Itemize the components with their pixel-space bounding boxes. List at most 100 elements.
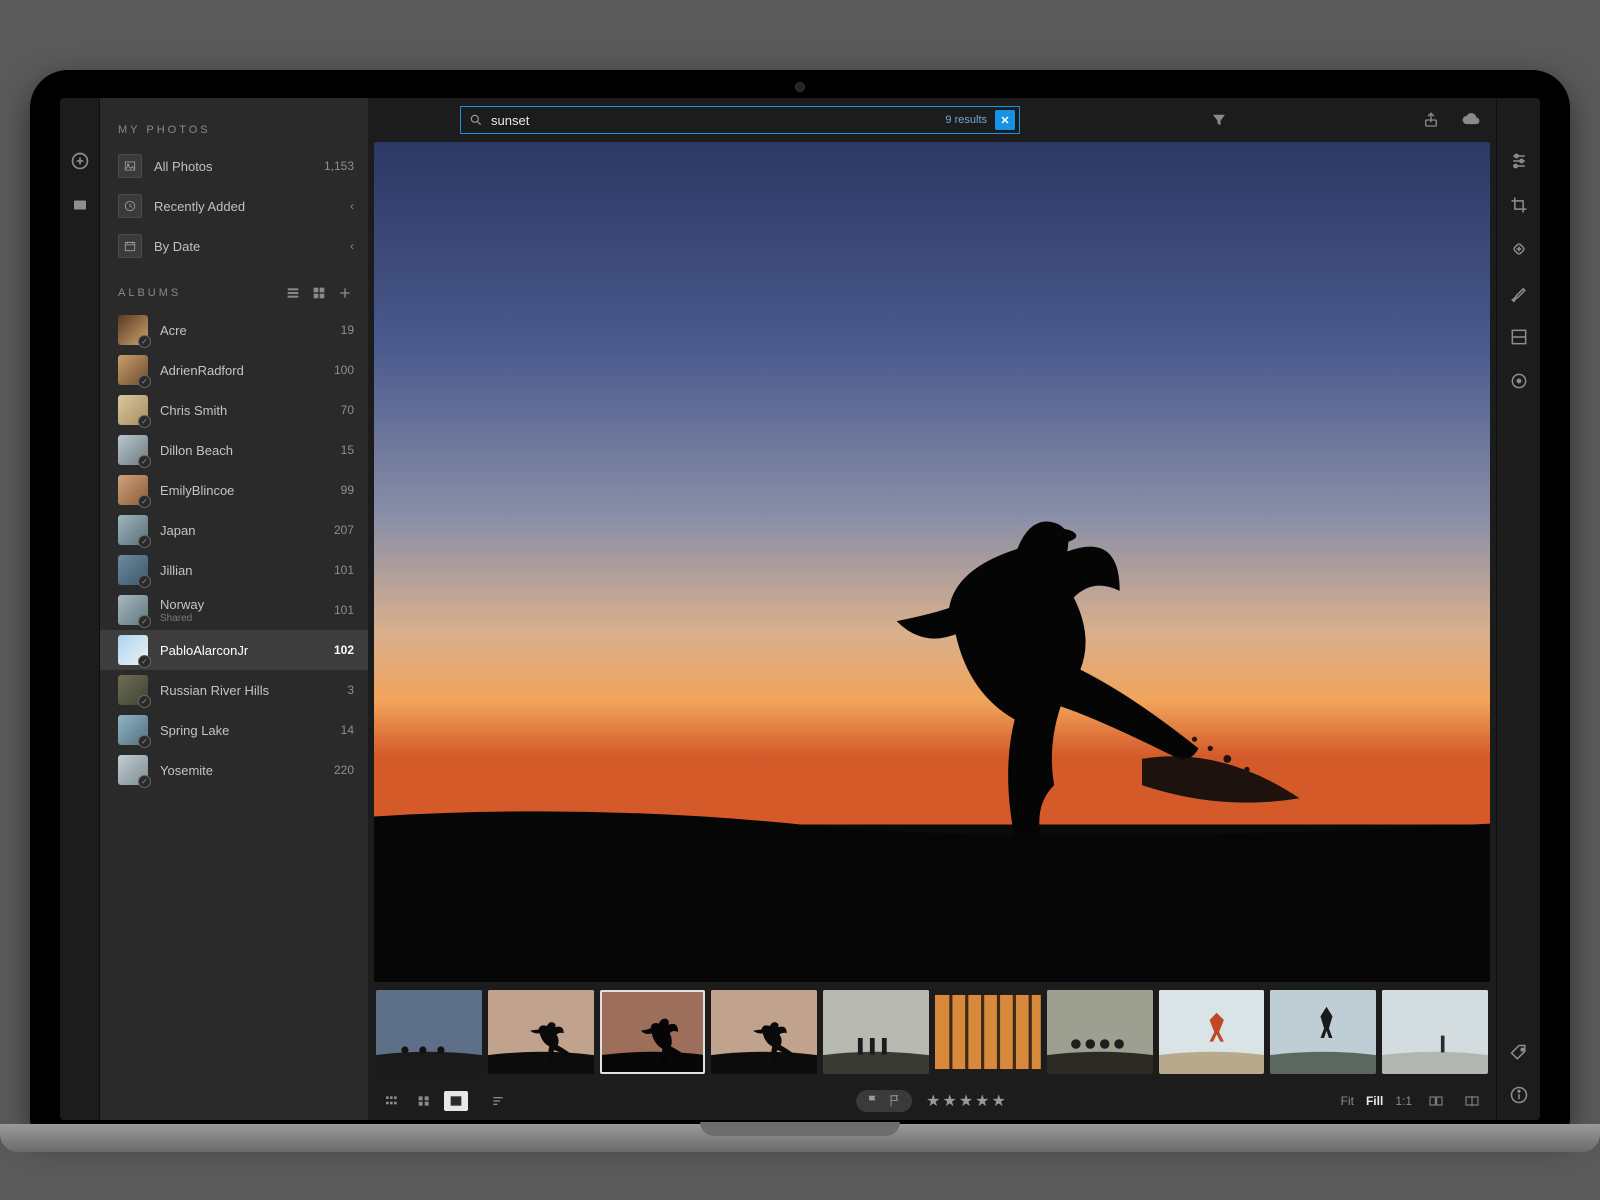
chevron-left-icon: ‹: [350, 199, 354, 213]
share-icon[interactable]: [1418, 107, 1444, 133]
sync-badge-icon: ✓: [138, 695, 151, 708]
library-icon[interactable]: [69, 194, 91, 216]
flag-toggle[interactable]: [856, 1090, 912, 1112]
photo-viewer[interactable]: [374, 142, 1490, 982]
sync-badge-icon: ✓: [138, 655, 151, 668]
album-yosemite[interactable]: ✓ Yosemite 220: [100, 750, 368, 790]
search-clear-button[interactable]: [995, 110, 1015, 130]
albums-view-grid-icon[interactable]: [310, 284, 328, 302]
album-name: Dillon Beach: [160, 443, 314, 458]
laptop-trackpad-notch: [700, 1122, 900, 1136]
zoom-fill-button[interactable]: Fill: [1366, 1094, 1383, 1108]
filmstrip-thumbnail[interactable]: [1270, 990, 1376, 1074]
flag-pick-icon: [866, 1094, 880, 1108]
sidebar-nav-by-date[interactable]: By Date‹: [100, 226, 368, 266]
filmstrip-thumbnail[interactable]: [823, 990, 929, 1074]
section-albums: ALBUMS: [118, 287, 276, 299]
keywords-tag-icon[interactable]: [1508, 1042, 1530, 1064]
add-photos-icon[interactable]: [69, 150, 91, 172]
sidebar-nav-all-photos[interactable]: All Photos1,153: [100, 146, 368, 186]
album-thumbnail: ✓: [118, 435, 148, 465]
album-thumbnail: ✓: [118, 595, 148, 625]
filmstrip-thumbnail[interactable]: [1047, 990, 1153, 1074]
album-name: Chris Smith: [160, 403, 314, 418]
filmstrip-thumbnail[interactable]: [1382, 990, 1488, 1074]
compare-icon[interactable]: [1424, 1091, 1448, 1111]
before-after-icon[interactable]: [1460, 1091, 1484, 1111]
filmstrip-thumbnail[interactable]: [600, 990, 706, 1074]
albums-header: ALBUMS: [100, 266, 368, 310]
album-count: 15: [326, 443, 354, 457]
search-input[interactable]: [491, 113, 937, 128]
album-name: AdrienRadford: [160, 363, 314, 378]
sidebar-nav-label: All Photos: [154, 159, 213, 174]
album-jillian[interactable]: ✓Jillian101: [100, 550, 368, 590]
sync-badge-icon: ✓: [138, 415, 151, 428]
sort-icon[interactable]: [486, 1091, 510, 1111]
clock-icon: [118, 194, 142, 218]
view-single-icon[interactable]: [444, 1091, 468, 1111]
zoom-fit-button[interactable]: Fit: [1341, 1094, 1354, 1108]
radial-gradient-icon[interactable]: [1508, 370, 1530, 392]
filter-icon[interactable]: [1206, 107, 1232, 133]
album-name: Yosemite: [160, 763, 314, 778]
album-count: 101: [326, 563, 354, 577]
albums-view-list-icon[interactable]: [284, 284, 302, 302]
chevron-left-icon: ‹: [350, 239, 354, 253]
album-name: Russian River Hills: [160, 683, 314, 698]
filmstrip-thumbnail[interactable]: [935, 990, 1041, 1074]
rating-stars[interactable]: ★★★★★: [926, 1091, 1008, 1111]
album-name: Spring Lake: [160, 723, 314, 738]
album-thumbnail: ✓: [118, 315, 148, 345]
info-icon[interactable]: [1508, 1084, 1530, 1106]
sync-badge-icon: ✓: [138, 775, 151, 788]
album-count: 220: [326, 763, 354, 777]
album-name: PabloAlarconJr: [160, 643, 314, 658]
filmstrip-thumbnail[interactable]: [488, 990, 594, 1074]
linear-gradient-icon[interactable]: [1508, 326, 1530, 348]
healing-brush-icon[interactable]: [1508, 238, 1530, 260]
album-norway[interactable]: ✓NorwayShared101: [100, 590, 368, 630]
sync-badge-icon: ✓: [138, 575, 151, 588]
sidebar-nav-recently-added[interactable]: Recently Added ‹: [100, 186, 368, 226]
album-dillon-beach[interactable]: ✓ Dillon Beach 15: [100, 430, 368, 470]
filmstrip-thumbnail[interactable]: [376, 990, 482, 1074]
album-pabloalarconjr[interactable]: ✓PabloAlarconJr102: [100, 630, 368, 670]
album-count: 19: [326, 323, 354, 337]
filmstrip-thumbnail[interactable]: [711, 990, 817, 1074]
album-count: 3: [326, 683, 354, 697]
album-emilyblincoe[interactable]: ✓EmilyBlincoe99: [100, 470, 368, 510]
sidebar-nav-label: Recently Added: [154, 199, 245, 214]
left-rail: [60, 98, 100, 1120]
filmstrip-thumbnail[interactable]: [1159, 990, 1265, 1074]
crop-icon[interactable]: [1508, 194, 1530, 216]
sync-badge-icon: ✓: [138, 495, 151, 508]
image-icon: [118, 154, 142, 178]
album-russian-river-hills[interactable]: ✓ Russian River Hills 3: [100, 670, 368, 710]
album-subtitle: Shared: [160, 613, 314, 624]
zoom-1to1-button[interactable]: 1:1: [1395, 1094, 1412, 1108]
brush-icon[interactable]: [1508, 282, 1530, 304]
view-grid-small-icon[interactable]: [380, 1091, 404, 1111]
album-adrienradford[interactable]: ✓AdrienRadford100: [100, 350, 368, 390]
app-window: MY PHOTOS All Photos1,153 Recently Added ‹…: [60, 98, 1540, 1120]
album-japan[interactable]: ✓Japan207: [100, 510, 368, 550]
section-my-photos: MY PHOTOS: [100, 116, 368, 146]
laptop-frame: MY PHOTOS All Photos1,153 Recently Added ‹…: [30, 70, 1570, 1130]
album-thumbnail: ✓: [118, 355, 148, 385]
album-acre[interactable]: ✓ Acre 19: [100, 310, 368, 350]
sync-badge-icon: ✓: [138, 535, 151, 548]
album-thumbnail: ✓: [118, 555, 148, 585]
album-name: Acre: [160, 323, 314, 338]
search-field[interactable]: 9 results: [460, 106, 1020, 134]
album-chris-smith[interactable]: ✓Chris Smith70: [100, 390, 368, 430]
album-spring-lake[interactable]: ✓ Spring Lake 14: [100, 710, 368, 750]
album-thumbnail: ✓: [118, 715, 148, 745]
album-count: 14: [326, 723, 354, 737]
cloud-sync-icon[interactable]: [1458, 107, 1484, 133]
view-grid-large-icon[interactable]: [412, 1091, 436, 1111]
edit-sliders-icon[interactable]: [1508, 150, 1530, 172]
album-name: Japan: [160, 523, 314, 538]
album-thumbnail: ✓: [118, 755, 148, 785]
albums-add-icon[interactable]: [336, 284, 354, 302]
